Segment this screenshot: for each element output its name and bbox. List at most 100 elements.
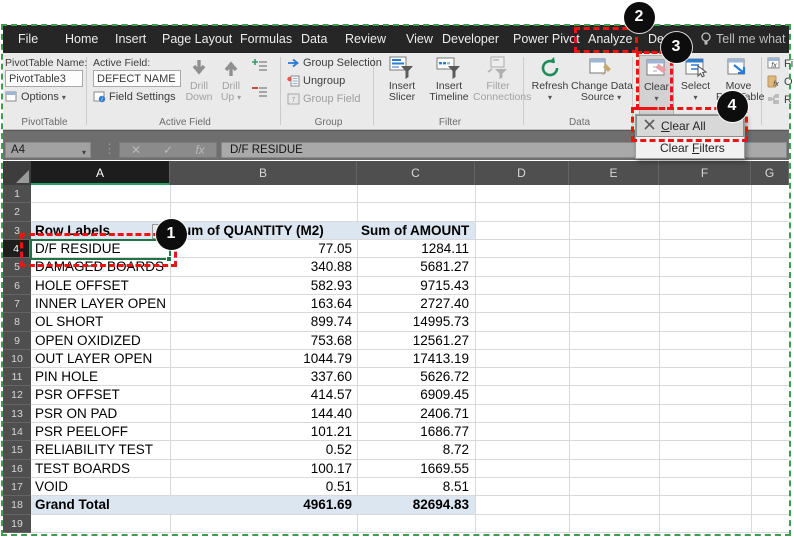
menu-tab-view[interactable]: View — [406, 25, 433, 53]
pivot-row-amount[interactable]: 1284.11 — [357, 240, 475, 257]
column-header-a[interactable]: A — [31, 161, 170, 185]
group-field-button[interactable]: 7 Group Field — [287, 93, 360, 105]
column-header-e[interactable]: E — [569, 161, 659, 185]
pivot-header-row-labels[interactable]: Row Labels — [31, 222, 170, 239]
name-box-dropdown-icon[interactable]: ▾ — [82, 146, 86, 160]
pivot-row-qty[interactable]: 0.52 — [170, 441, 357, 458]
menu-tab-review[interactable]: Review — [345, 25, 386, 53]
pivot-header-amount[interactable]: Sum of AMOUNT — [361, 222, 475, 239]
pivot-row-label[interactable]: HOLE OFFSET — [31, 277, 170, 294]
pivot-row-qty[interactable]: 100.17 — [170, 460, 357, 477]
menu-tab-formulas[interactable]: Formulas — [240, 25, 292, 53]
pivot-row-label[interactable]: OUT LAYER OPEN — [31, 350, 170, 367]
field-settings-button[interactable]: i Field Settings — [93, 91, 176, 103]
pivot-row-label[interactable]: VOID — [31, 478, 170, 495]
row-header-3[interactable]: 3 — [3, 222, 31, 240]
pivot-row-amount[interactable]: 12561.27 — [357, 332, 475, 349]
pivot-row-amount[interactable]: 2406.71 — [357, 405, 475, 422]
column-header-d[interactable]: D — [475, 161, 569, 185]
menu-tab-developer[interactable]: Developer — [442, 25, 499, 53]
pivot-row-label[interactable]: OL SHORT — [31, 313, 170, 330]
pivot-row-amount[interactable]: 17413.19 — [357, 350, 475, 367]
column-header-c[interactable]: C — [357, 161, 475, 185]
pivot-row-qty[interactable]: 1044.79 — [170, 350, 357, 367]
pivot-row-qty[interactable]: 101.21 — [170, 423, 357, 440]
pivot-row-label[interactable]: RELIABILITY TEST — [31, 441, 170, 458]
olap-tools-button[interactable]: fx O — [767, 75, 793, 88]
menu-tab-analyze[interactable]: Analyze — [588, 25, 632, 53]
column-header-b[interactable]: B — [170, 161, 357, 185]
row-header-19[interactable]: 19 — [3, 515, 31, 533]
collapse-field-icon[interactable] — [252, 85, 268, 99]
pivot-row-label[interactable]: OPEN OXIDIZED — [31, 332, 170, 349]
row-header-15[interactable]: 15 — [3, 441, 31, 459]
pivot-row-qty[interactable]: 163.64 — [170, 295, 357, 312]
column-header-g[interactable]: G — [751, 161, 789, 185]
menu-tab-power-pivot[interactable]: Power Pivot — [513, 25, 580, 53]
pivot-row-label[interactable]: INNER LAYER OPEN — [31, 295, 170, 312]
formula-fx-icon[interactable]: fx — [184, 143, 216, 157]
menu-tab-data[interactable]: Data — [301, 25, 327, 53]
pivot-row-amount[interactable]: 5681.27 — [357, 258, 475, 275]
pivot-row-qty[interactable]: 899.74 — [170, 313, 357, 330]
row-header-17[interactable]: 17 — [3, 478, 31, 496]
pivot-row-label[interactable]: PIN HOLE — [31, 368, 170, 385]
pivot-row-qty[interactable]: 340.88 — [170, 258, 357, 275]
pivot-total-qty[interactable]: 4961.69 — [170, 496, 357, 513]
pivot-row-label[interactable]: DAMAGED BOARDS — [31, 258, 170, 275]
formula-bar-splitter[interactable]: ⋮ — [103, 141, 116, 157]
active-field-input[interactable]: DEFECT NAME — [93, 70, 181, 87]
pivot-row-amount[interactable]: 8.51 — [357, 478, 475, 495]
row-header-2[interactable]: 2 — [3, 203, 31, 221]
tell-me-box[interactable]: Tell me what you — [700, 25, 789, 53]
pivot-row-amount[interactable]: 14995.73 — [357, 313, 475, 330]
row-header-4[interactable]: 4 — [3, 240, 31, 258]
pivot-row-amount[interactable]: 1669.55 — [357, 460, 475, 477]
ungroup-button[interactable]: Ungroup — [287, 75, 345, 87]
cell-grid[interactable]: Row LabelsSum of QUANTITY (M2)Sum of AMO… — [31, 185, 789, 533]
pivot-row-qty[interactable]: 144.40 — [170, 405, 357, 422]
menu-tab-file[interactable]: File — [18, 25, 38, 53]
column-header-f[interactable]: F — [659, 161, 751, 185]
group-selection-button[interactable]: Group Selection — [287, 57, 382, 69]
pivot-row-qty[interactable]: 0.51 — [170, 478, 357, 495]
pivot-row-amount[interactable]: 2727.40 — [357, 295, 475, 312]
menu-tab-page-layout[interactable]: Page Layout — [162, 25, 232, 53]
pivot-row-amount[interactable]: 8.72 — [357, 441, 475, 458]
pivot-row-label[interactable]: PSR ON PAD — [31, 405, 170, 422]
pivot-row-amount[interactable]: 1686.77 — [357, 423, 475, 440]
menu-tab-insert[interactable]: Insert — [115, 25, 146, 53]
pivot-row-label[interactable]: PSR OFFSET — [31, 386, 170, 403]
pivot-row-qty[interactable]: 414.57 — [170, 386, 357, 403]
pivot-total-amount[interactable]: 82694.83 — [357, 496, 475, 513]
formula-enter-icon[interactable]: ✓ — [152, 143, 184, 157]
pivot-row-amount[interactable]: 6909.45 — [357, 386, 475, 403]
row-header-14[interactable]: 14 — [3, 423, 31, 441]
pivot-total-label[interactable]: Grand Total — [31, 496, 170, 513]
pivot-row-label[interactable]: PSR PEELOFF — [31, 423, 170, 440]
fields-items-sets-button[interactable]: fx Fi — [767, 57, 793, 70]
row-header-16[interactable]: 16 — [3, 460, 31, 478]
pivot-row-label[interactable]: TEST BOARDS — [31, 460, 170, 477]
pivottable-name-input[interactable]: PivotTable3 — [5, 70, 83, 87]
relationships-button[interactable]: R — [767, 93, 792, 106]
pivot-row-qty[interactable]: 753.68 — [170, 332, 357, 349]
formula-cancel-icon[interactable]: ✕ — [120, 143, 152, 157]
row-header-9[interactable]: 9 — [3, 332, 31, 350]
row-header-5[interactable]: 5 — [3, 258, 31, 276]
pivot-row-qty[interactable]: 582.93 — [170, 277, 357, 294]
row-header-7[interactable]: 7 — [3, 295, 31, 313]
pivot-row-amount[interactable]: 5626.72 — [357, 368, 475, 385]
expand-field-icon[interactable] — [252, 59, 268, 73]
row-header-6[interactable]: 6 — [3, 277, 31, 295]
row-header-11[interactable]: 11 — [3, 368, 31, 386]
pivot-row-qty[interactable]: 77.05 — [170, 240, 357, 257]
pivot-row-amount[interactable]: 9715.43 — [357, 277, 475, 294]
row-header-8[interactable]: 8 — [3, 313, 31, 331]
select-all-button[interactable] — [3, 161, 31, 185]
menu-item-clear-filters[interactable]: Clear Filters — [636, 137, 744, 159]
pivot-row-qty[interactable]: 337.60 — [170, 368, 357, 385]
name-box[interactable]: A4 ▾ — [5, 142, 91, 158]
row-header-18[interactable]: 18 — [3, 496, 31, 514]
options-button[interactable]: Options▾ — [5, 91, 66, 103]
